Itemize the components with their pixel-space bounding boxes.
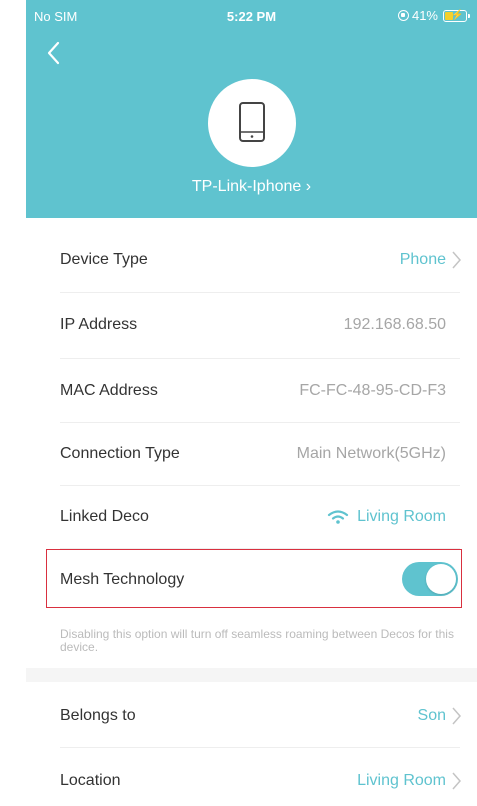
location-row[interactable]: Location Living Room	[60, 749, 461, 806]
location-value: Living Room	[357, 772, 446, 789]
belongs-to-label: Belongs to	[60, 707, 136, 724]
status-indicators: 41% ⚡	[397, 8, 470, 23]
wifi-icon	[327, 510, 349, 524]
battery-charging-icon: ⚡	[443, 9, 470, 22]
device-header: No SIM 5:22 PM 41% ⚡ TP-Link-Iphone ›	[26, 0, 477, 218]
smartphone-icon	[239, 102, 265, 142]
chevron-right-icon	[452, 772, 461, 790]
chevron-right-icon	[452, 707, 461, 725]
linked-deco-location: Living Room	[357, 508, 446, 525]
back-button[interactable]	[42, 38, 70, 68]
belongs-to-row[interactable]: Belongs to Son	[60, 684, 461, 748]
charging-bolt-icon: ⚡	[451, 9, 464, 21]
mesh-technology-highlight	[46, 549, 462, 608]
battery-tip	[468, 13, 470, 18]
section-separator	[26, 668, 477, 682]
ip-address-row: IP Address 192.168.68.50	[60, 293, 460, 357]
ip-address-label: IP Address	[60, 316, 138, 333]
linked-deco-value: Living Room	[327, 485, 446, 552]
device-avatar	[208, 79, 296, 167]
battery-percent: 41%	[411, 8, 438, 23]
device-detail-screen: No SIM 5:22 PM 41% ⚡ TP-Link-Iphone › De…	[26, 0, 477, 806]
status-bar: No SIM 5:22 PM 41% ⚡	[26, 0, 477, 32]
divider	[60, 747, 460, 748]
mac-address-value: FC-FC-48-95-CD-F3	[299, 382, 446, 399]
connection-type-row: Connection Type Main Network(5GHz)	[60, 422, 460, 486]
belongs-to-value: Son	[417, 707, 446, 724]
orientation-lock-icon	[397, 10, 409, 21]
mac-address-row: MAC Address FC-FC-48-95-CD-F3	[60, 359, 460, 423]
device-type-row[interactable]: Device Type Phone	[60, 228, 461, 292]
linked-deco-label: Linked Deco	[60, 508, 149, 525]
location-label: Location	[60, 772, 121, 789]
device-type-value: Phone	[399, 251, 446, 268]
device-name-link[interactable]: TP-Link-Iphone ›	[26, 178, 477, 196]
mac-address-label: MAC Address	[60, 382, 158, 399]
mesh-technology-hint: Disabling this option will turn off seam…	[60, 627, 454, 654]
linked-deco-row[interactable]: Linked Deco Living Room	[60, 485, 460, 549]
connection-type-label: Connection Type	[60, 445, 180, 462]
chevron-right-icon	[452, 251, 461, 269]
connection-type-value: Main Network(5GHz)	[296, 445, 446, 462]
chevron-left-icon	[47, 41, 60, 65]
ip-address-value: 192.168.68.50	[343, 316, 446, 333]
device-type-label: Device Type	[60, 251, 148, 268]
